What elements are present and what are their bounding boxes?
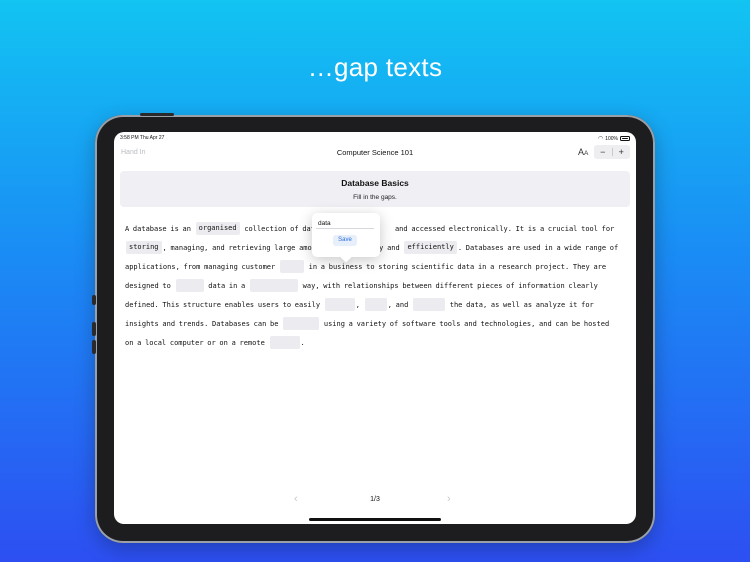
volume-button: [92, 340, 96, 354]
passage-text: A database is an: [125, 225, 191, 233]
gap-field[interactable]: [249, 278, 298, 292]
passage-text: .: [300, 339, 305, 347]
headline: …gap texts: [307, 52, 443, 82]
gap-field[interactable]: organised: [195, 221, 240, 235]
status-right: ◠ 100%: [598, 135, 630, 142]
page-navigation: ‹ 1/3 ›: [114, 493, 636, 507]
wifi-icon: ◠: [597, 136, 604, 142]
gap-field[interactable]: [269, 335, 300, 349]
exercise-instructions: Fill in the gaps.: [353, 194, 397, 201]
passage-text: ,: [355, 301, 361, 309]
passage-text: , and: [387, 301, 409, 309]
gap-field[interactable]: [283, 316, 320, 330]
chevron-right-icon[interactable]: ›: [447, 493, 451, 505]
gap-field[interactable]: efficiently: [404, 240, 457, 254]
gap-edit-popover: Save: [312, 213, 380, 263]
font-size-stepper[interactable]: − +: [594, 145, 630, 159]
exercise-header: Database Basics Fill in the gaps.: [120, 171, 630, 207]
decrease-font-button[interactable]: −: [594, 145, 612, 159]
top-button: [140, 113, 174, 116]
gap-field[interactable]: storing: [126, 240, 162, 254]
app-screen: 3:58 PM Thu Apr 27 ◠ 100% Hand In Comput…: [114, 132, 636, 524]
page-indicator: 1/3: [370, 496, 380, 503]
battery-percent: 100%: [605, 135, 618, 142]
status-time: 3:58 PM Thu Apr 27: [120, 135, 165, 141]
text-size-small: A: [584, 150, 589, 157]
gap-field-active[interactable]: [279, 259, 304, 273]
passage-text: collection of dat: [244, 225, 315, 233]
text-size-icon[interactable]: AA: [578, 147, 588, 157]
battery-icon: [620, 136, 630, 141]
volume-button: [92, 322, 96, 336]
gap-field[interactable]: [175, 278, 204, 292]
gap-field[interactable]: [364, 297, 387, 311]
gap-field[interactable]: [324, 297, 355, 311]
save-button[interactable]: Save: [333, 235, 357, 246]
exercise-title: Database Basics: [341, 178, 409, 188]
volume-button: [92, 295, 96, 305]
increase-font-button[interactable]: +: [613, 145, 631, 159]
passage-text: data in a: [208, 282, 246, 290]
passage-text: and accessed electronically. It is a cru…: [394, 225, 615, 233]
navigation-bar: Hand In Computer Science 101 AA − +: [114, 144, 636, 168]
status-bar: 3:58 PM Thu Apr 27 ◠ 100%: [114, 132, 636, 144]
page-title: Computer Science 101: [336, 148, 414, 157]
gap-field[interactable]: [413, 297, 446, 311]
home-indicator[interactable]: [309, 518, 441, 521]
gap-answer-input[interactable]: [316, 218, 374, 229]
passage-text: , managing, and retrieving large amou: [162, 244, 316, 252]
